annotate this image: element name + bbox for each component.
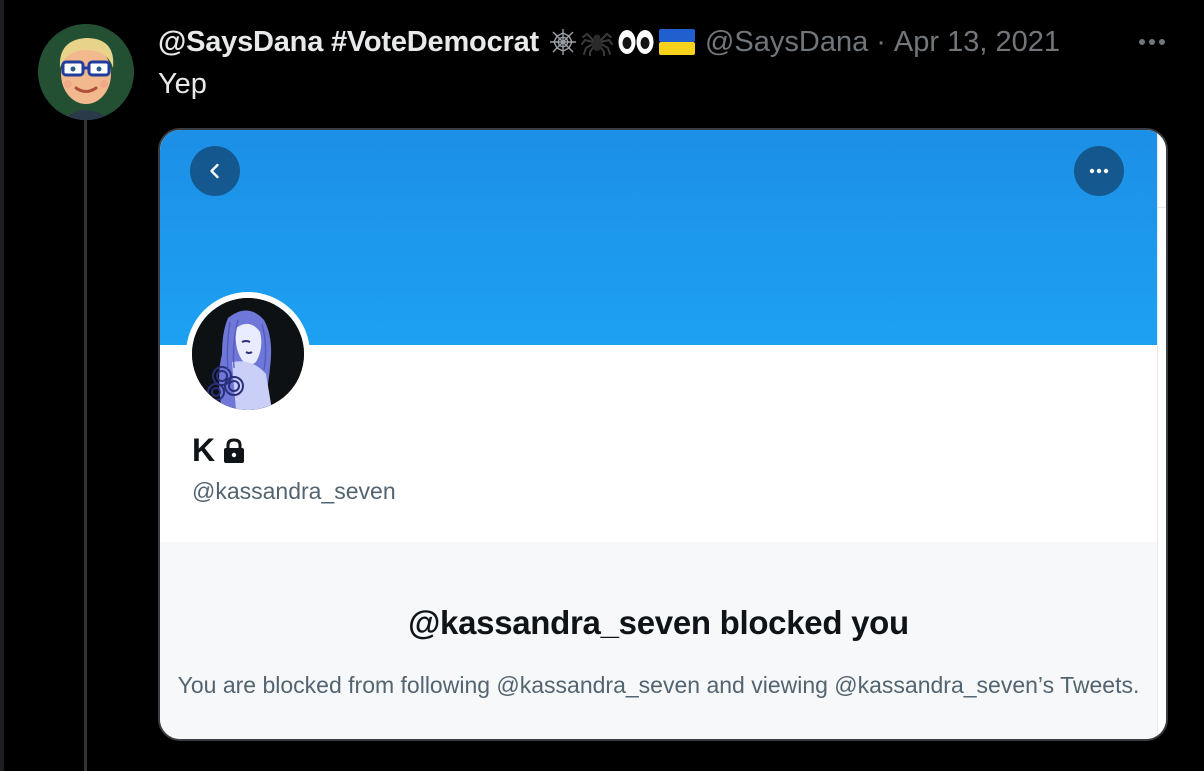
profile-avatar[interactable] [186, 292, 310, 416]
lock-icon [224, 437, 245, 463]
name-emojis [549, 28, 695, 56]
ukraine-flag-icon [658, 29, 695, 55]
author-display-name[interactable]: @SaysDana #VoteDemocrat [158, 26, 539, 59]
chevron-left-icon [210, 163, 219, 179]
blocked-description: You are blocked from following @kassandr… [177, 672, 1140, 698]
manga-girl-avatar-icon [192, 298, 304, 410]
ellipsis-icon [1089, 168, 1109, 174]
blocked-title: @kassandra_seven blocked you [408, 604, 909, 641]
screenshot-edge [1157, 130, 1166, 739]
profile-name-row: K [192, 432, 247, 469]
memoji-avatar-icon [38, 24, 134, 120]
spider-icon [580, 32, 613, 56]
profile-name: K [192, 432, 216, 468]
author-avatar[interactable] [38, 24, 134, 120]
thread-line [84, 118, 87, 771]
profile-banner [160, 130, 1157, 345]
more-options-icon[interactable] [1134, 30, 1170, 54]
profile-more-button[interactable] [1074, 146, 1124, 196]
tweet-header: @SaysDana #VoteDemocrat @SaysDana · Apr … [158, 22, 1060, 62]
back-button[interactable] [190, 146, 240, 196]
author-handle[interactable]: @SaysDana [705, 26, 868, 59]
tweet-text: Yep [158, 68, 207, 100]
eyes-icon [618, 30, 654, 54]
header-separator: · [876, 25, 886, 58]
tweet-media-image[interactable]: K @kassandra_seven @kassandra_seven bloc… [158, 128, 1168, 741]
tweet-page: @SaysDana #VoteDemocrat @SaysDana · Apr … [0, 0, 1204, 771]
left-divider [0, 0, 4, 771]
spider-web-icon [549, 29, 576, 55]
profile-handle: @kassandra_seven [192, 478, 396, 504]
tweet-date[interactable]: Apr 13, 2021 [894, 26, 1060, 59]
